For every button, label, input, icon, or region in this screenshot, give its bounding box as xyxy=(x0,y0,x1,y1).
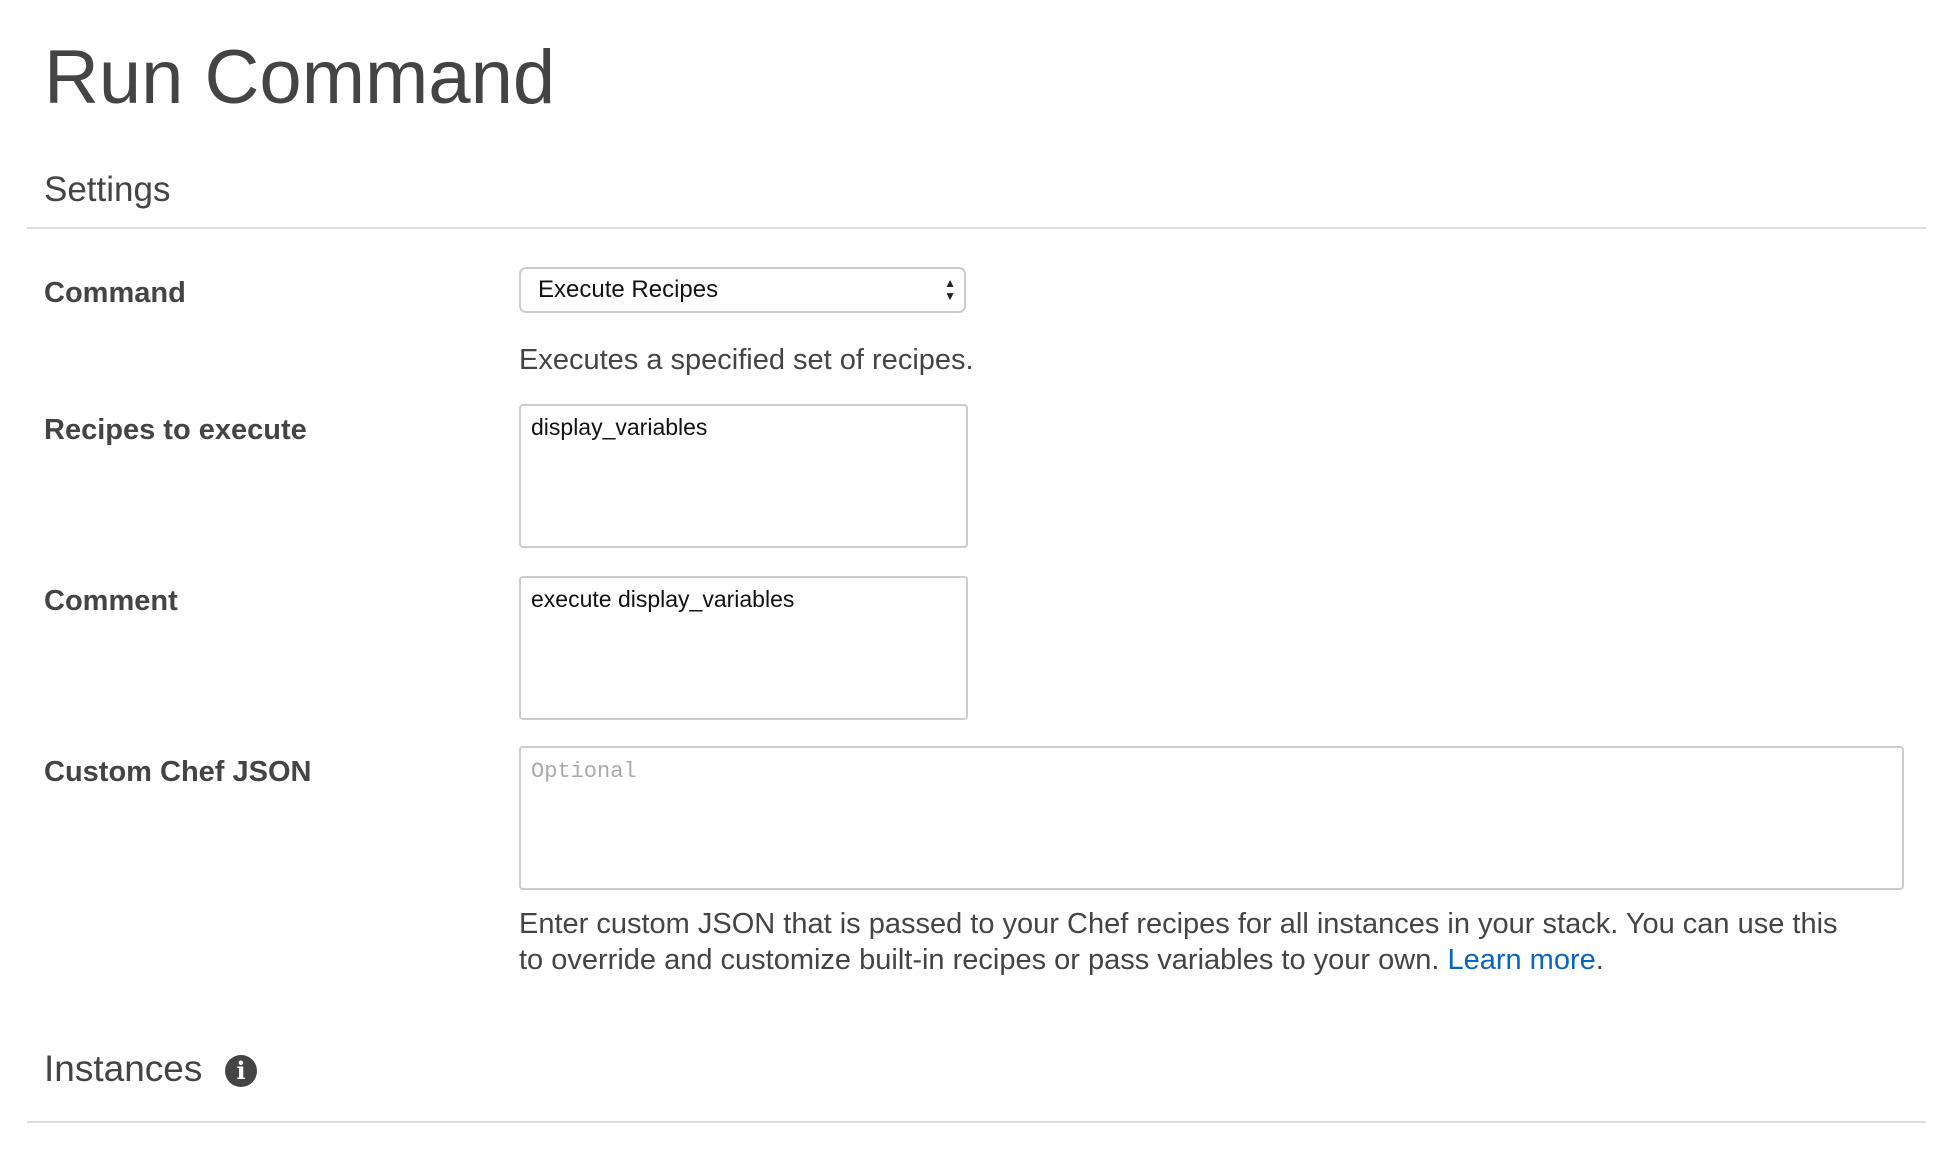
comment-value: execute display_variables xyxy=(531,586,795,612)
recipes-value: display_variables xyxy=(531,414,708,440)
settings-divider xyxy=(27,227,1926,229)
recipes-label: Recipes to execute xyxy=(44,414,307,446)
custom-json-placeholder: Optional xyxy=(531,759,637,784)
custom-json-label: Custom Chef JSON xyxy=(44,756,312,788)
custom-json-help: Enter custom JSON that is passed to your… xyxy=(519,906,1919,978)
instances-heading: Instances xyxy=(44,1048,203,1089)
custom-json-textarea[interactable]: Optional xyxy=(519,746,1904,890)
command-label: Command xyxy=(44,277,186,309)
settings-heading: Settings xyxy=(44,170,171,209)
instances-divider xyxy=(27,1121,1926,1123)
command-select[interactable]: Execute Recipes ▲ ▼ xyxy=(519,267,966,313)
page-title: Run Command xyxy=(44,35,556,120)
help-line-1: Enter custom JSON that is passed to your… xyxy=(519,908,1838,940)
help-line-2: to override and customize built-in recip… xyxy=(519,944,1448,976)
command-description: Executes a specified set of recipes. xyxy=(519,344,974,376)
help-period: . xyxy=(1595,944,1604,976)
recipes-textarea[interactable]: display_variables xyxy=(519,404,968,548)
learn-more-link[interactable]: Learn more xyxy=(1447,944,1595,976)
comment-label: Comment xyxy=(44,585,178,617)
command-selected-value: Execute Recipes xyxy=(538,276,719,303)
info-icon[interactable]: i xyxy=(225,1055,257,1087)
select-arrows-icon: ▲ ▼ xyxy=(944,276,956,303)
comment-textarea[interactable]: execute display_variables xyxy=(519,576,968,720)
